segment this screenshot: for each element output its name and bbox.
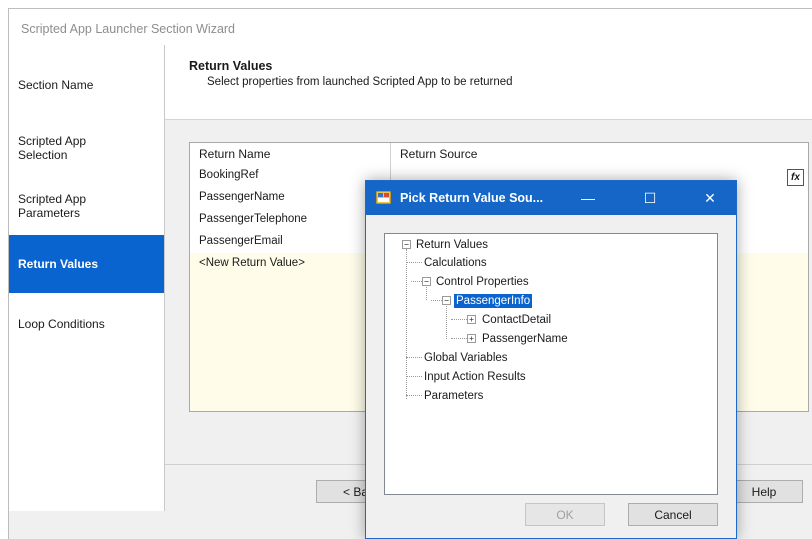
tree-node-return-values[interactable]: Return Values bbox=[416, 238, 488, 252]
tree-connector bbox=[406, 357, 422, 358]
tree-connector bbox=[411, 281, 422, 282]
return-name-cell[interactable]: BookingRef bbox=[199, 169, 258, 181]
dialog-app-icon bbox=[376, 191, 391, 204]
ok-button[interactable]: OK bbox=[525, 503, 605, 526]
pick-return-value-source-dialog: Pick Return Value Sou... — ☐ ✕ − − − + +… bbox=[365, 180, 737, 539]
tree-connector bbox=[406, 262, 422, 263]
maximize-icon: ☐ bbox=[643, 189, 657, 206]
tree-connector bbox=[431, 300, 442, 301]
collapse-icon[interactable]: − bbox=[442, 296, 451, 305]
tree-node-passenger-info[interactable]: PassengerInfo bbox=[454, 294, 533, 308]
cancel-button[interactable]: Cancel bbox=[628, 503, 718, 526]
minimize-button[interactable]: — bbox=[568, 181, 608, 215]
column-header-return-source[interactable]: Return Source bbox=[400, 147, 477, 161]
minimize-icon: — bbox=[581, 190, 595, 206]
nav-item-loop-conditions[interactable]: Loop Conditions bbox=[9, 295, 164, 353]
nav-item-label: Scripted App Parameters bbox=[18, 192, 87, 220]
dialog-title-bar[interactable]: Pick Return Value Sou... — ☐ ✕ bbox=[366, 181, 736, 215]
tree-node-contact-detail[interactable]: ContactDetail bbox=[482, 313, 551, 327]
tree-node-input-action-results[interactable]: Input Action Results bbox=[424, 370, 526, 384]
window-title: Scripted App Launcher Section Wizard bbox=[21, 22, 236, 36]
function-picker-icon[interactable]: fx bbox=[787, 169, 804, 186]
maximize-button[interactable]: ☐ bbox=[630, 181, 670, 215]
nav-item-label: Loop Conditions bbox=[18, 317, 105, 331]
tree-node-calculations[interactable]: Calculations bbox=[424, 256, 487, 270]
dialog-title: Pick Return Value Sou... bbox=[400, 191, 544, 205]
expand-icon[interactable]: + bbox=[467, 315, 476, 324]
return-name-cell[interactable]: PassengerEmail bbox=[199, 235, 283, 247]
expand-icon[interactable]: + bbox=[467, 334, 476, 343]
tree-connector bbox=[451, 319, 467, 320]
page-header: Return Values Select properties from lau… bbox=[165, 45, 812, 120]
tree-node-global-variables[interactable]: Global Variables bbox=[424, 351, 508, 365]
return-name-cell[interactable]: PassengerTelephone bbox=[199, 213, 307, 225]
column-header-return-name[interactable]: Return Name bbox=[199, 147, 270, 161]
wizard-nav: Section Name Scripted App Selection Scri… bbox=[9, 45, 165, 511]
tree-node-control-properties[interactable]: Control Properties bbox=[436, 275, 529, 289]
nav-item-label: Section Name bbox=[18, 78, 94, 92]
nav-item-label: Return Values bbox=[18, 257, 99, 271]
tree-node-parameters[interactable]: Parameters bbox=[424, 389, 483, 403]
nav-item-scripted-app-parameters[interactable]: Scripted App Parameters bbox=[9, 178, 164, 234]
close-button[interactable]: ✕ bbox=[690, 181, 730, 215]
nav-item-scripted-app-selection[interactable]: Scripted App Selection bbox=[9, 119, 164, 177]
new-return-value-cell[interactable]: <New Return Value> bbox=[199, 257, 305, 269]
tree-connector bbox=[406, 395, 422, 396]
close-icon: ✕ bbox=[704, 189, 716, 206]
nav-item-return-values[interactable]: Return Values bbox=[9, 235, 164, 293]
nav-item-label: Scripted App Selection bbox=[18, 134, 87, 162]
return-name-cell[interactable]: PassengerName bbox=[199, 191, 285, 203]
page-title: Return Values bbox=[189, 59, 273, 73]
collapse-icon[interactable]: − bbox=[402, 240, 411, 249]
tree-node-passenger-name[interactable]: PassengerName bbox=[482, 332, 568, 346]
tree-connector bbox=[426, 287, 427, 300]
return-source-tree[interactable]: − − − + + Return Values Calculations Con… bbox=[384, 233, 718, 495]
collapse-icon[interactable]: − bbox=[422, 277, 431, 286]
tree-connector bbox=[446, 306, 447, 339]
nav-item-section-name[interactable]: Section Name bbox=[9, 53, 164, 117]
grid-header: Return Name Return Source bbox=[190, 143, 808, 166]
page-subtitle: Select properties from launched Scripted… bbox=[207, 76, 513, 88]
title-bar: Scripted App Launcher Section Wizard bbox=[9, 9, 812, 45]
tree-connector bbox=[451, 338, 467, 339]
tree-connector bbox=[406, 376, 422, 377]
